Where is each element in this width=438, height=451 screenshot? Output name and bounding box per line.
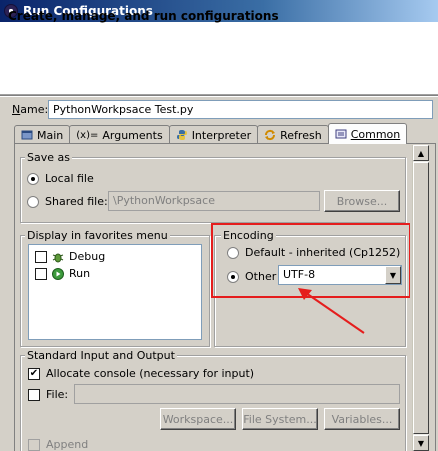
tab-bar: Main (x)= Arguments Interpreter Refresh … bbox=[14, 123, 408, 144]
common-icon bbox=[335, 128, 347, 140]
list-item[interactable]: Debug bbox=[35, 250, 105, 263]
tab-main[interactable]: Main bbox=[14, 125, 71, 144]
other-encoding-label: Other bbox=[245, 270, 277, 283]
file-checkbox[interactable] bbox=[28, 388, 40, 401]
std-io-title: Standard Input and Output bbox=[25, 349, 177, 362]
file-system-button[interactable]: File System... bbox=[242, 408, 318, 430]
vertical-scrollbar[interactable]: ▲ ▼ bbox=[412, 145, 429, 451]
append-checkbox[interactable] bbox=[28, 438, 40, 451]
main-tab-icon bbox=[21, 129, 33, 141]
encoding-select-value: UTF-8 bbox=[283, 268, 316, 281]
tab-refresh-label: Refresh bbox=[280, 128, 322, 142]
shared-file-option[interactable]: Shared file: bbox=[27, 195, 108, 208]
common-tab-content: Save as Local file Shared file: \PythonW… bbox=[16, 145, 410, 451]
browse-button[interactable]: Browse... bbox=[324, 190, 400, 212]
encoding-title: Encoding bbox=[221, 229, 276, 242]
debug-checkbox[interactable] bbox=[35, 250, 47, 263]
favorites-list: Debug Run bbox=[28, 244, 202, 340]
scroll-thumb[interactable] bbox=[413, 162, 429, 434]
save-as-title: Save as bbox=[25, 151, 72, 164]
scroll-up-button[interactable]: ▲ bbox=[413, 145, 429, 161]
banner-divider bbox=[0, 95, 438, 97]
tab-common-label: Common bbox=[350, 127, 401, 141]
name-input[interactable]: PythonWorkpsace Test.py bbox=[48, 100, 433, 119]
tab-common[interactable]: Common bbox=[327, 123, 408, 144]
banner-heading: Create, manage, and run configurations bbox=[8, 9, 279, 23]
tab-main-label: Main bbox=[37, 128, 64, 142]
scroll-down-button[interactable]: ▼ bbox=[413, 435, 429, 451]
encoding-dropdown-button[interactable]: ▼ bbox=[385, 266, 401, 284]
encoding-select[interactable]: UTF-8 bbox=[278, 265, 402, 285]
list-item[interactable]: Run bbox=[35, 267, 90, 280]
allocate-console-option[interactable]: Allocate console (necessary for input) bbox=[28, 367, 254, 380]
python-icon bbox=[176, 129, 188, 141]
allocate-console-checkbox[interactable] bbox=[28, 367, 40, 380]
shared-file-radio[interactable] bbox=[27, 195, 39, 208]
tab-interpreter-label: Interpreter bbox=[191, 128, 252, 142]
debug-icon bbox=[52, 251, 64, 263]
workspace-button[interactable]: Workspace... bbox=[160, 408, 236, 430]
other-encoding-option[interactable]: Other bbox=[227, 270, 276, 283]
append-label: Append bbox=[46, 438, 89, 451]
run-checkbox[interactable] bbox=[35, 267, 47, 280]
shared-file-path[interactable]: \PythonWorkpsace bbox=[108, 191, 320, 211]
run-icon bbox=[52, 267, 64, 280]
dialog-banner bbox=[0, 22, 438, 95]
variables-button[interactable]: Variables... bbox=[324, 408, 400, 430]
local-file-label: Local file bbox=[45, 172, 94, 185]
allocate-console-label: Allocate console (necessary for input) bbox=[46, 367, 255, 380]
file-option[interactable]: File: bbox=[28, 388, 68, 401]
tab-arguments-label: Arguments bbox=[102, 128, 163, 142]
chevron-up-icon: ▲ bbox=[417, 148, 425, 158]
other-encoding-radio[interactable] bbox=[227, 270, 239, 283]
arguments-icon: (x)= bbox=[76, 129, 99, 141]
append-option[interactable]: Append bbox=[28, 438, 88, 451]
annotation-arrow-icon bbox=[298, 288, 365, 334]
local-file-option[interactable]: Local file bbox=[27, 172, 94, 185]
default-encoding-radio[interactable] bbox=[227, 246, 239, 259]
shared-file-label: Shared file: bbox=[45, 195, 108, 208]
local-file-radio[interactable] bbox=[27, 172, 39, 185]
output-file-input[interactable] bbox=[74, 384, 400, 404]
tab-refresh[interactable]: Refresh bbox=[257, 125, 329, 144]
name-label: Name: bbox=[12, 103, 49, 116]
chevron-down-icon: ▼ bbox=[389, 270, 397, 280]
chevron-down-icon: ▼ bbox=[417, 438, 425, 448]
favorites-title: Display in favorites menu bbox=[25, 229, 170, 242]
default-encoding-label: Default - inherited (Cp1252) bbox=[245, 246, 401, 259]
file-label: File: bbox=[46, 388, 69, 401]
default-encoding-option[interactable]: Default - inherited (Cp1252) bbox=[227, 246, 400, 259]
run-label: Run bbox=[69, 267, 91, 280]
tab-arguments[interactable]: (x)= Arguments bbox=[69, 125, 170, 144]
tab-interpreter[interactable]: Interpreter bbox=[168, 125, 259, 144]
debug-label: Debug bbox=[69, 250, 106, 263]
refresh-icon bbox=[264, 129, 276, 141]
